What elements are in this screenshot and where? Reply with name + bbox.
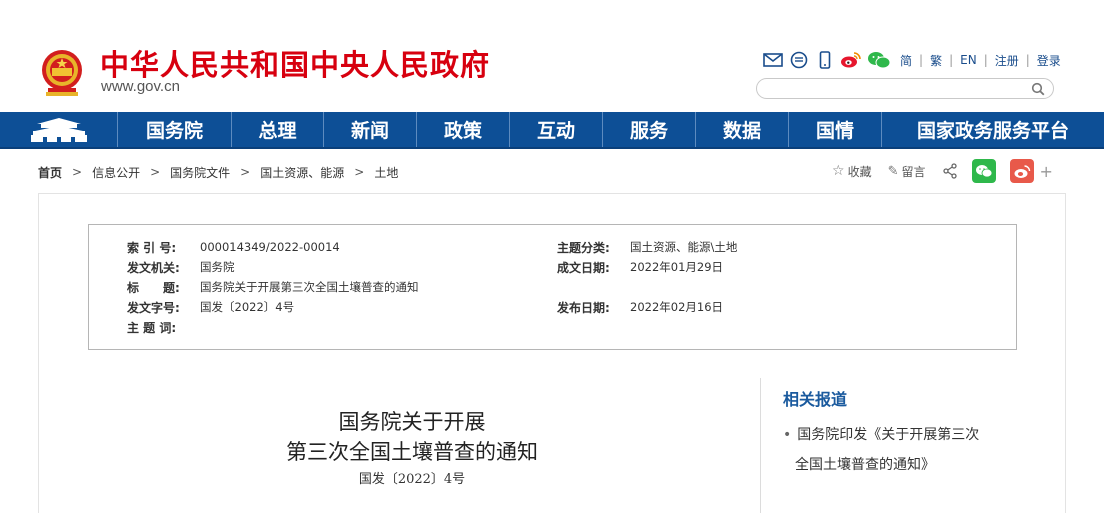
tiananmen-icon xyxy=(30,117,87,142)
favorite-label: 收藏 xyxy=(847,164,872,179)
meta-label: 发文字号: xyxy=(127,300,180,315)
register-link[interactable]: 注册 xyxy=(995,52,1019,69)
meta-label: 发文机关: xyxy=(127,260,180,275)
meta-label: 标 题: xyxy=(127,280,180,295)
weibo-icon[interactable] xyxy=(840,50,862,70)
search-input[interactable] xyxy=(767,80,1027,100)
more-share-icon[interactable]: + xyxy=(1040,162,1053,181)
nav-item-government-service-platform[interactable]: 国家政务服务平台 xyxy=(882,112,1104,147)
lang-traditional-link[interactable]: 繁 xyxy=(930,52,942,69)
nav-item-national-info[interactable]: 国情 xyxy=(789,112,882,147)
nav-item-services[interactable]: 服务 xyxy=(603,112,696,147)
wechat-icon xyxy=(975,165,992,178)
meta-label: 索 引 号: xyxy=(127,240,177,255)
wechat-share-button[interactable] xyxy=(971,159,996,183)
favorite-button[interactable]: ☆ 收藏 xyxy=(832,163,872,180)
star-icon: ☆ xyxy=(832,163,845,179)
related-reports-title: 相关报道 xyxy=(783,390,848,409)
lang-english-link[interactable]: EN xyxy=(960,53,977,67)
nav-item-state-council[interactable]: 国务院 xyxy=(118,112,232,147)
article-title-line1: 国务院关于开展 xyxy=(338,410,486,434)
search-box xyxy=(756,78,1054,100)
related-report-link[interactable]: • 国务院印发《关于开展第三次 全国土壤普查的通知》 xyxy=(783,420,1023,480)
mail-icon[interactable] xyxy=(762,50,784,70)
breadcrumb: 首页 > 信息公开 > 国务院文件 > 国土资源、能源 > 土地 xyxy=(38,163,398,181)
breadcrumb-land[interactable]: 土地 xyxy=(374,164,398,181)
separator: | xyxy=(983,53,988,67)
nav-item-data[interactable]: 数据 xyxy=(696,112,789,147)
lang-simplified-link[interactable]: 简 xyxy=(900,52,912,69)
chevron-right-icon: > xyxy=(150,165,161,179)
site-url[interactable]: www.gov.cn xyxy=(101,78,180,95)
top-toolbar: 简 | 繁 | EN | 注册 | 登录 xyxy=(762,50,1061,70)
login-link[interactable]: 登录 xyxy=(1037,52,1061,69)
nav-home[interactable] xyxy=(0,112,118,147)
search-icon xyxy=(1031,82,1045,96)
main-nav: 国务院 总理 新闻 政策 互动 服务 数据 国情 国家政务服务平台 xyxy=(0,112,1104,149)
nav-item-policy[interactable]: 政策 xyxy=(417,112,510,147)
meta-value: 国土资源、能源\土地 xyxy=(630,240,738,254)
meta-label: 成文日期: xyxy=(557,260,610,275)
separator: | xyxy=(1025,53,1030,67)
meta-value: 2022年01月29日 xyxy=(630,260,724,274)
meta-document-number: 发文字号: 国发〔2022〕4号 xyxy=(127,299,294,315)
breadcrumb-home[interactable]: 首页 xyxy=(38,164,62,181)
language-account-links: 简 | 繁 | EN | 注册 | 登录 xyxy=(900,52,1061,69)
breadcrumb-land-energy[interactable]: 国土资源、能源 xyxy=(260,164,344,181)
search-button[interactable] xyxy=(1029,80,1047,98)
meta-value: 000014349/2022-00014 xyxy=(200,240,340,254)
pen-icon: ✎ xyxy=(887,163,899,179)
chat-icon[interactable] xyxy=(788,50,810,70)
meta-published-date: 发布日期: 2022年02月16日 xyxy=(557,299,723,315)
meta-value: 2022年02月16日 xyxy=(630,300,724,314)
meta-category: 主题分类: 国土资源、能源\土地 xyxy=(557,239,737,255)
wechat-icon[interactable] xyxy=(866,50,892,70)
meta-issuer: 发文机关: 国务院 xyxy=(127,259,235,275)
nav-item-premier[interactable]: 总理 xyxy=(232,112,324,147)
related-reports-panel: 相关报道 • 国务院印发《关于开展第三次 全国土壤普查的通知》 xyxy=(760,378,1050,513)
mobile-icon[interactable] xyxy=(814,50,836,70)
site-header: 中华人民共和国中央人民政府 www.gov.cn 简 | 繁 | EN | 注册… xyxy=(0,0,1104,112)
separator: | xyxy=(949,53,954,67)
meta-label: 主 题 词: xyxy=(127,320,177,335)
chevron-right-icon: > xyxy=(354,165,365,179)
bullet-icon: • xyxy=(783,427,792,443)
meta-value: 国务院关于开展第三次全国土壤普查的通知 xyxy=(200,280,419,294)
national-emblem-icon[interactable] xyxy=(38,48,86,98)
meta-label: 发布日期: xyxy=(557,300,610,315)
breadcrumb-state-council-documents[interactable]: 国务院文件 xyxy=(170,164,230,181)
separator: | xyxy=(919,53,924,67)
related-report-line1: 国务院印发《关于开展第三次 xyxy=(797,427,980,443)
article-title-line2: 第三次全国土壤普查的通知 xyxy=(286,440,538,464)
meta-title: 标 题: 国务院关于开展第三次全国土壤普查的通知 xyxy=(127,279,419,295)
chevron-right-icon: > xyxy=(72,165,83,179)
breadcrumb-info-disclosure[interactable]: 信息公开 xyxy=(92,164,140,181)
nav-item-news[interactable]: 新闻 xyxy=(324,112,417,147)
chevron-right-icon: > xyxy=(240,165,251,179)
weibo-icon xyxy=(1014,164,1030,178)
meta-label: 主题分类: xyxy=(557,240,610,255)
meta-value: 国务院 xyxy=(200,260,235,274)
related-report-line2: 全国土壤普查的通知》 xyxy=(795,457,935,473)
nav-item-interaction[interactable]: 互动 xyxy=(510,112,603,147)
comment-button[interactable]: ✎ 留言 xyxy=(888,163,926,180)
comment-label: 留言 xyxy=(901,164,926,179)
weibo-share-button[interactable] xyxy=(1009,159,1034,183)
meta-index: 索 引 号: 000014349/2022-00014 xyxy=(127,239,340,255)
meta-value: 国发〔2022〕4号 xyxy=(200,300,295,314)
page-tools: ☆ 收藏 ✎ 留言 + xyxy=(832,158,1053,184)
meta-keywords: 主 题 词: xyxy=(127,319,200,335)
meta-created-date: 成文日期: 2022年01月29日 xyxy=(557,259,723,275)
share-icon[interactable] xyxy=(942,163,958,179)
article-document-number: 国发〔2022〕4号 xyxy=(358,472,466,487)
